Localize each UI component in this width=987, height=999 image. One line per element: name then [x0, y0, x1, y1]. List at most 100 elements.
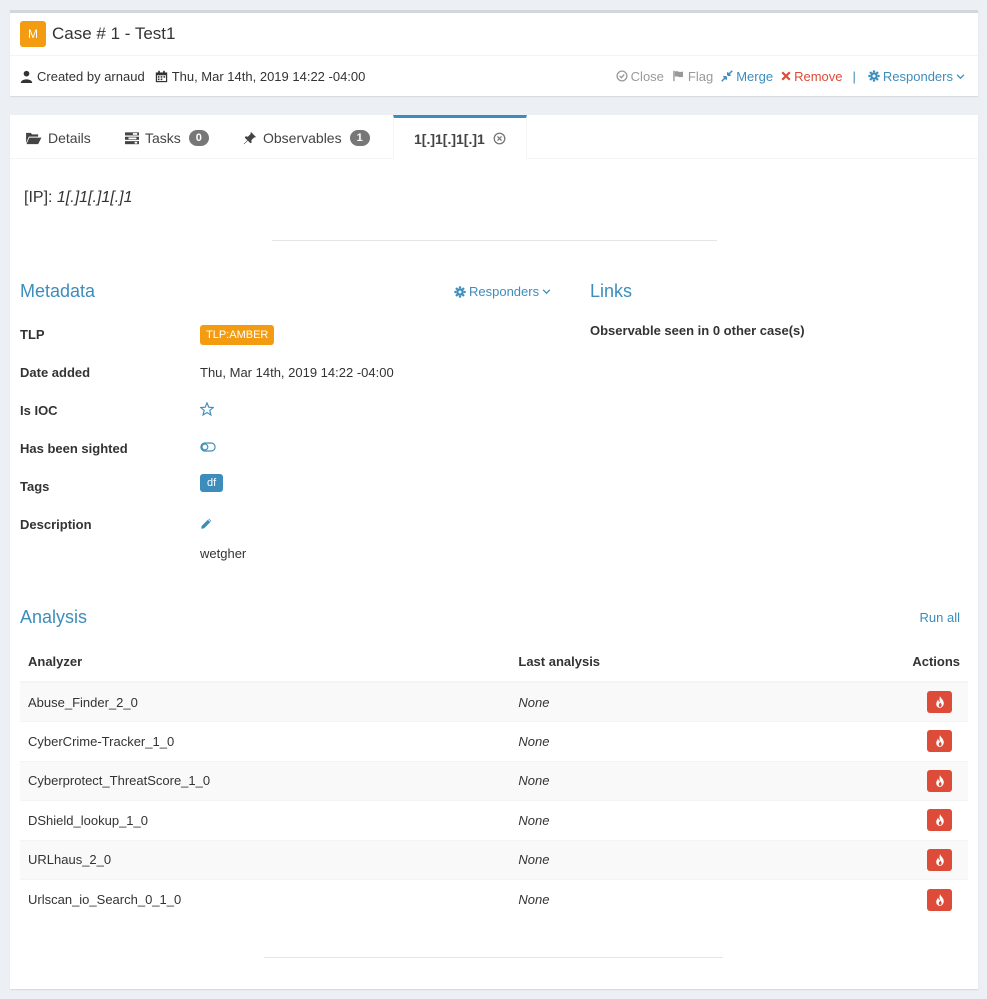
severity-badge: M — [20, 21, 46, 47]
table-row: Cyberprotect_ThreatScore_1_0 None — [20, 760, 968, 801]
table-row: DShield_lookup_1_0 None — [20, 800, 968, 840]
ioc-toggle[interactable] — [199, 401, 215, 419]
col-analyzer: Analyzer — [20, 642, 511, 683]
run-all-button[interactable]: Run all — [920, 610, 960, 625]
case-responders-dropdown[interactable]: Responders — [868, 69, 968, 84]
run-analyzer-button[interactable] — [927, 809, 952, 832]
run-analyzer-button[interactable] — [927, 888, 952, 911]
pencil-icon[interactable] — [200, 518, 213, 533]
tags-label: Tags — [20, 479, 50, 494]
close-tab-icon[interactable] — [493, 132, 506, 145]
remove-case-button[interactable]: Remove — [781, 69, 843, 84]
case-title: Case # 1 - Test1 — [52, 24, 176, 43]
tlp-value[interactable]: TLP:AMBER — [200, 325, 275, 345]
sighted-label: Has been sighted — [20, 441, 128, 456]
last-analysis: None — [510, 760, 811, 801]
tasks-count-badge: 0 — [188, 130, 209, 146]
observable-tab-box: Details Tasks 0 Observables 1 1[.]1[.]1[… — [10, 115, 978, 989]
run-analyzer-button[interactable] — [927, 769, 952, 792]
is-ioc-label: Is IOC — [20, 403, 58, 418]
run-analyzer-button[interactable] — [927, 730, 952, 753]
observable-title: [IP]: 1[.]1[.]1[.]1 — [24, 189, 133, 207]
chevron-down-icon — [542, 287, 551, 296]
last-analysis: None — [510, 879, 811, 919]
flag-case-button[interactable]: Flag — [672, 69, 713, 84]
analyzer-name: Cyberprotect_ThreatScore_1_0 — [20, 760, 511, 801]
fire-icon — [935, 774, 944, 787]
analyzer-name: DShield_lookup_1_0 — [20, 800, 511, 840]
last-analysis: None — [510, 839, 811, 880]
links-text: Observable seen in 0 other case(s) — [590, 323, 805, 338]
user-icon — [20, 70, 33, 83]
date-added-label: Date added — [20, 365, 91, 380]
divider-bottom — [264, 957, 723, 958]
metadata-heading: Metadata — [20, 281, 96, 301]
gear-icon — [454, 285, 466, 298]
case-header: M Case # 1 - Test1 Created by arnaud Thu… — [10, 10, 978, 96]
tasks-icon — [125, 131, 139, 145]
run-analyzer-button[interactable] — [927, 691, 952, 713]
observable-responders-dropdown[interactable]: Responders — [454, 284, 554, 299]
table-row: Urlscan_io_Search_0_1_0 None — [20, 879, 968, 919]
analysis-table: Analyzer Last analysis Actions Abuse_Fin… — [20, 642, 968, 919]
analysis-heading: Analysis — [20, 607, 88, 627]
run-analyzer-button[interactable] — [927, 848, 952, 871]
links-heading: Links — [590, 281, 633, 301]
analyzer-name: Urlscan_io_Search_0_1_0 — [20, 879, 511, 919]
table-row: Abuse_Finder_2_0 None — [20, 681, 968, 722]
date-added-value: Thu, Mar 14th, 2019 14:22 -04:00 — [200, 365, 394, 380]
last-analysis: None — [510, 681, 811, 722]
case-meta-row: Created by arnaud Thu, Mar 14th, 2019 14… — [10, 56, 978, 96]
divider-top — [272, 240, 717, 241]
tlp-badge[interactable]: TLP:AMBER — [200, 325, 275, 345]
observables-count-badge: 1 — [349, 130, 370, 146]
fire-icon — [935, 735, 944, 748]
merge-case-button[interactable]: Merge — [721, 69, 773, 84]
description-value: wetgher — [200, 546, 247, 561]
case-date-text: Thu, Mar 14th, 2019 14:22 -04:00 — [171, 68, 366, 84]
created-by-text: Created by arnaud — [37, 68, 145, 84]
tab-bar: Details Tasks 0 Observables 1 1[.]1[.]1[… — [10, 115, 978, 159]
analyzer-name: CyberCrime-Tracker_1_0 — [20, 721, 511, 761]
tab-observables[interactable]: Observables 1 — [228, 115, 393, 158]
col-last-analysis: Last analysis — [510, 642, 811, 683]
case-date: Thu, Mar 14th, 2019 14:22 -04:00 — [155, 68, 366, 84]
last-analysis: None — [510, 721, 811, 761]
table-row: URLhaus_2_0 None — [20, 839, 968, 880]
created-by: Created by arnaud — [20, 69, 145, 84]
analysis-header-row: Analyzer Last analysis Actions — [20, 642, 968, 683]
fire-icon — [935, 696, 944, 708]
tab-observable-1-1-1-1[interactable]: 1[.]1[.]1[.]1 — [393, 115, 527, 159]
last-analysis: None — [510, 800, 811, 840]
col-actions: Actions — [810, 642, 968, 683]
tab-details[interactable]: Details — [10, 115, 110, 158]
times-icon — [781, 71, 791, 81]
fire-icon — [935, 853, 944, 866]
actions-separator: | — [852, 68, 856, 84]
analyzer-name: URLhaus_2_0 — [20, 839, 511, 880]
check-circle-icon — [616, 70, 628, 82]
table-row: CyberCrime-Tracker_1_0 None — [20, 721, 968, 761]
case-actions: Close Flag Merge Remove | Responders — [608, 69, 968, 84]
tags-value[interactable]: df — [200, 474, 224, 492]
observable-value: 1[.]1[.]1[.]1 — [56, 189, 133, 206]
chevron-down-icon — [956, 72, 965, 81]
analyzer-name: Abuse_Finder_2_0 — [20, 681, 511, 722]
toggle-off-icon[interactable] — [200, 441, 216, 456]
compress-icon — [721, 70, 733, 82]
sighted-toggle[interactable] — [200, 441, 216, 456]
fire-icon — [935, 893, 944, 906]
tlp-label: TLP — [20, 327, 45, 342]
star-icon[interactable] — [199, 401, 215, 419]
gear-icon — [868, 70, 880, 82]
tab-tasks[interactable]: Tasks 0 — [110, 115, 228, 158]
edit-description[interactable] — [200, 517, 213, 533]
tag-badge[interactable]: df — [200, 474, 224, 492]
fire-icon — [935, 814, 944, 827]
close-case-button[interactable]: Close — [616, 69, 664, 84]
calendar-icon — [155, 70, 168, 83]
flag-icon — [672, 70, 685, 82]
description-label: Description — [20, 517, 92, 532]
folder-open-icon — [25, 132, 42, 145]
case-title-row: M Case # 1 - Test1 — [10, 13, 978, 56]
